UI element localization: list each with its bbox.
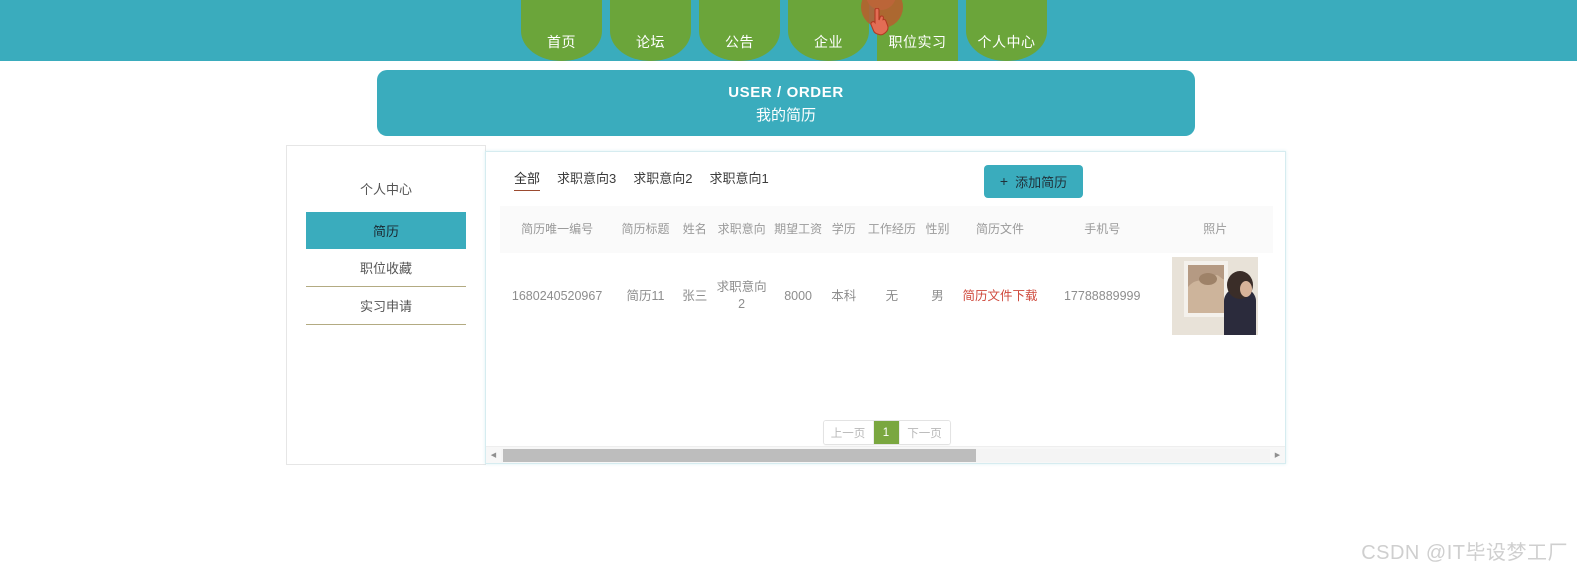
nav-items-row: 首页 论坛 公告 企业 职位实习 个人中心	[521, 0, 1047, 61]
cell-expected-salary: 8000	[784, 288, 813, 303]
column-header-expected-salary: 期望工资	[770, 206, 826, 253]
tab-intention-3[interactable]: 求职意向3	[557, 168, 616, 190]
top-navigation-bar: 首页 论坛 公告 企业 职位实习 个人中心	[0, 0, 1577, 61]
nav-item-home[interactable]: 首页	[521, 0, 602, 61]
column-header-resume-title: 简历标题	[614, 206, 677, 253]
nav-item-enterprise[interactable]: 企业	[788, 0, 869, 61]
tab-label: 全部	[514, 170, 541, 186]
sidebar: 个人中心 简历 职位收藏 实习申请	[286, 145, 486, 465]
tab-label: 求职意向3	[557, 170, 617, 186]
sidebar-item-label: 实习申请	[359, 299, 412, 314]
resume-table: 简历唯一编号 简历标题 姓名 求职意向 期望工资 学历 工作经历 性别 简历文件…	[500, 206, 1273, 339]
tab-intention-2[interactable]: 求职意向2	[633, 168, 692, 190]
nav-item-label: 论坛	[636, 34, 665, 50]
resume-table-scroll-region: 简历唯一编号 简历标题 姓名 求职意向 期望工资 学历 工作经历 性别 简历文件…	[486, 206, 1287, 409]
main-content-area: 个人中心 简历 职位收藏 实习申请 全部 求职意向3 求职意向2 求职意向1 +…	[286, 145, 1286, 465]
column-header-resume-file: 简历文件	[953, 206, 1047, 253]
nav-item-user-center[interactable]: 个人中心	[966, 0, 1047, 61]
banner-title-en: USER / ORDER	[728, 84, 844, 101]
sidebar-item-job-favorites[interactable]: 职位收藏	[306, 249, 466, 286]
cell-resume-id: 1680240520967	[511, 288, 603, 303]
nav-item-label: 职位实习	[888, 34, 947, 50]
watermark: CSDN @IT毕设梦工厂	[1361, 542, 1568, 564]
scrollbar-track[interactable]	[501, 448, 1270, 462]
nav-item-announcement[interactable]: 公告	[699, 0, 780, 61]
nav-item-label: 公告	[725, 34, 754, 50]
column-header-name: 姓名	[676, 206, 713, 253]
scroll-right-arrow-icon[interactable]: ▶	[1270, 448, 1285, 463]
pagination-page-1[interactable]: 1	[873, 421, 900, 444]
table-row: 1680240520967 简历11 张三 求职意向2 8000 本科 无 男 …	[500, 253, 1273, 339]
tab-intention-1[interactable]: 求职意向1	[709, 168, 768, 190]
nav-item-label: 企业	[814, 34, 843, 50]
cell-photo	[1158, 253, 1273, 339]
cell-education: 本科	[831, 288, 857, 303]
sidebar-item-internship-application[interactable]: 实习申请	[306, 287, 466, 324]
tab-all[interactable]: 全部	[514, 168, 541, 191]
nav-item-forum[interactable]: 论坛	[610, 0, 691, 61]
cell-resume-title: 简历11	[626, 288, 665, 303]
table-header-row: 简历唯一编号 简历标题 姓名 求职意向 期望工资 学历 工作经历 性别 简历文件…	[500, 206, 1273, 253]
column-header-work-experience: 工作经历	[861, 206, 922, 253]
sidebar-heading: 个人中心	[359, 182, 412, 197]
cell-phone: 17788889999	[1063, 288, 1141, 303]
plus-icon: +	[999, 173, 1009, 189]
column-header-photo: 照片	[1157, 206, 1273, 253]
column-header-resume-id: 简历唯一编号	[500, 206, 615, 253]
pagination-group: 上一页 1 下一页	[822, 420, 951, 445]
add-resume-label: 添加简历	[1015, 175, 1068, 190]
pagination-prev-button[interactable]: 上一页	[823, 421, 874, 444]
column-header-phone: 手机号	[1046, 206, 1158, 253]
panel-toolbar: 全部 求职意向3 求职意向2 求职意向1 + 添加简历 -	[486, 152, 1285, 215]
nav-item-job-internship[interactable]: 职位实习	[877, 0, 958, 61]
nav-item-label: 首页	[547, 34, 576, 50]
cell-work-experience: 无	[885, 288, 899, 303]
column-header-education: 学历	[825, 206, 862, 253]
cell-name: 张三	[682, 288, 708, 303]
resume-file-download-link[interactable]: 简历文件下载	[955, 288, 1045, 305]
sidebar-item-resume[interactable]: 简历	[306, 212, 466, 249]
avatar[interactable]	[1172, 257, 1259, 335]
nav-item-label: 个人中心	[977, 34, 1036, 50]
page-title: 我的简历	[755, 107, 816, 124]
column-header-gender: 性别	[921, 206, 954, 253]
pagination: 上一页 1 下一页	[486, 420, 1287, 445]
column-header-job-intention: 求职意向	[712, 206, 771, 253]
sidebar-item-label: 简历	[372, 224, 399, 239]
tab-label: 求职意向1	[709, 170, 769, 186]
sidebar-item-label: 职位收藏	[359, 261, 412, 276]
sidebar-divider	[306, 324, 466, 325]
add-resume-button[interactable]: + 添加简历	[984, 165, 1083, 198]
horizontal-scrollbar[interactable]: ◀ ▶	[486, 446, 1285, 463]
cell-resume-file: 简历文件下载	[953, 253, 1047, 339]
page-banner: USER / ORDER 我的简历	[377, 70, 1195, 136]
scroll-left-arrow-icon[interactable]: ◀	[486, 448, 501, 463]
resume-panel: 全部 求职意向3 求职意向2 求职意向1 + 添加简历 -	[485, 151, 1286, 464]
pagination-next-button[interactable]: 下一页	[899, 421, 950, 444]
cell-job-intention: 求职意向2	[716, 280, 767, 311]
resume-filter-tabs: 全部 求职意向3 求职意向2 求职意向1	[514, 168, 769, 191]
cell-gender: 男	[931, 288, 944, 303]
scrollbar-thumb[interactable]	[503, 448, 976, 462]
tab-label: 求职意向2	[633, 170, 693, 186]
